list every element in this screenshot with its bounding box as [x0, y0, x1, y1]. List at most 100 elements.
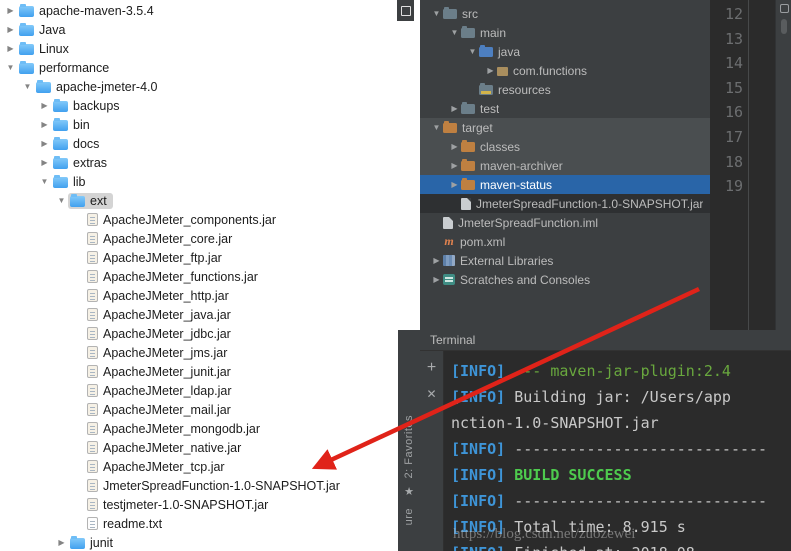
- add-terminal-button[interactable]: +: [420, 359, 443, 377]
- project-tree-row[interactable]: ▶ maven-status: [420, 175, 710, 194]
- project-tree-row[interactable]: resources: [420, 80, 710, 99]
- disclosure-triangle[interactable]: ▶: [4, 20, 17, 39]
- project-item-label: maven-status: [480, 177, 553, 192]
- finder-row[interactable]: ▼ ext: [0, 191, 420, 210]
- finder-row[interactable]: ApacheJMeter_mongodb.jar: [0, 419, 420, 438]
- disclosure-triangle[interactable]: ▼: [430, 118, 443, 137]
- project-tree-row[interactable]: ▶ classes: [420, 137, 710, 156]
- disclosure-triangle[interactable]: ▼: [466, 42, 479, 61]
- finder-item-label: ApacheJMeter_ftp.jar: [103, 250, 222, 265]
- project-item-label: java: [498, 44, 521, 59]
- finder-row[interactable]: ▼ performance: [0, 58, 420, 77]
- editor-scrollbar-strip[interactable]: [775, 0, 791, 330]
- scrollbar-thumb[interactable]: [781, 19, 787, 34]
- finder-row[interactable]: ApacheJMeter_tcp.jar: [0, 457, 420, 476]
- disclosure-triangle[interactable]: ▶: [38, 96, 51, 115]
- disclosure-triangle[interactable]: ▶: [448, 99, 461, 118]
- finder-item: bin: [51, 117, 96, 133]
- finder-item: ApacheJMeter_jms.jar: [85, 345, 233, 361]
- disclosure-triangle[interactable]: ▼: [430, 4, 443, 23]
- finder-row[interactable]: ▶ Java: [0, 20, 420, 39]
- finder-row[interactable]: ▶ backups: [0, 96, 420, 115]
- disclosure-triangle[interactable]: ▶: [448, 175, 461, 194]
- disclosure-triangle[interactable]: ▶: [430, 251, 443, 270]
- finder-row[interactable]: ▼ apache-jmeter-4.0: [0, 77, 420, 96]
- project-tree-row[interactable]: ▶ test: [420, 99, 710, 118]
- project-tree-row[interactable]: ▶ External Libraries: [420, 251, 710, 270]
- disclosure-triangle[interactable]: ▶: [38, 115, 51, 134]
- disclosure-triangle[interactable]: ▶: [484, 61, 497, 80]
- disclosure-triangle[interactable]: ▼: [21, 77, 34, 96]
- disclosure-triangle[interactable]: ▶: [430, 270, 443, 289]
- disclosure-triangle[interactable]: ▶: [448, 137, 461, 156]
- project-tree-row[interactable]: ▶ maven-archiver: [420, 156, 710, 175]
- finder-item: backups: [51, 98, 126, 114]
- finder-item: JmeterSpreadFunction-1.0-SNAPSHOT.jar: [85, 478, 346, 494]
- disclosure-triangle[interactable]: ▶: [4, 1, 17, 20]
- folder-icon: [53, 174, 68, 188]
- finder-row[interactable]: ApacheJMeter_jms.jar: [0, 343, 420, 362]
- disclosure-triangle[interactable]: ▶: [38, 134, 51, 153]
- tool-window-button[interactable]: [397, 0, 414, 21]
- disclosure-triangle[interactable]: ▼: [55, 191, 68, 210]
- finder-row[interactable]: ApacheJMeter_ldap.jar: [0, 381, 420, 400]
- disclosure-triangle[interactable]: ▼: [448, 23, 461, 42]
- inspections-indicator-icon[interactable]: [780, 4, 789, 13]
- finder-row[interactable]: ApacheJMeter_java.jar: [0, 305, 420, 324]
- finder-item: readme.txt: [85, 516, 168, 532]
- terminal-text: --- maven-jar-plugin:2.4: [505, 362, 731, 380]
- project-tree-row[interactable]: JmeterSpreadFunction.iml: [420, 213, 710, 232]
- finder-item-label: junit: [90, 535, 113, 550]
- project-tree-row[interactable]: JmeterSpreadFunction-1.0-SNAPSHOT.jar: [420, 194, 710, 213]
- finder-row[interactable]: ▶ extras: [0, 153, 420, 172]
- disclosure-triangle[interactable]: ▼: [38, 172, 51, 191]
- tool-window-stripe: 2: Favorites ★ ure: [398, 330, 420, 551]
- finder-row[interactable]: ▶ apache-maven-3.5.4: [0, 1, 420, 20]
- finder-item-label: bin: [73, 117, 90, 132]
- finder-row[interactable]: ApacheJMeter_components.jar: [0, 210, 420, 229]
- finder-row[interactable]: ApacheJMeter_functions.jar: [0, 267, 420, 286]
- terminal-output[interactable]: [INFO] --- maven-jar-plugin:2.4 [INFO] Bu…: [445, 351, 791, 551]
- finder-row[interactable]: ▶ bin: [0, 115, 420, 134]
- finder-row[interactable]: ▶ docs: [0, 134, 420, 153]
- finder-row[interactable]: testjmeter-1.0-SNAPSHOT.jar: [0, 495, 420, 514]
- folder-icon: [36, 79, 51, 93]
- disclosure-triangle[interactable]: ▶: [38, 153, 51, 172]
- close-terminal-button[interactable]: ✕: [420, 387, 443, 401]
- structure-tool-button[interactable]: ure: [403, 508, 415, 525]
- finder-item: apache-jmeter-4.0: [34, 79, 163, 95]
- resources-folder-icon: [479, 83, 493, 95]
- terminal-text: BUILD SUCCESS: [505, 466, 632, 484]
- finder-item: ApacheJMeter_jdbc.jar: [85, 326, 237, 342]
- terminal-line: [INFO] ----------------------------: [451, 436, 791, 462]
- finder-row[interactable]: ApacheJMeter_jdbc.jar: [0, 324, 420, 343]
- disclosure-triangle[interactable]: ▼: [4, 58, 17, 77]
- finder-row[interactable]: ▼ lib: [0, 172, 420, 191]
- disclosure-triangle[interactable]: ▶: [448, 156, 461, 175]
- finder-row[interactable]: ▶ Linux: [0, 39, 420, 58]
- package-box-icon: [400, 5, 411, 16]
- project-tree-row[interactable]: ▼ java: [420, 42, 710, 61]
- finder-row[interactable]: ApacheJMeter_mail.jar: [0, 400, 420, 419]
- finder-row[interactable]: ApacheJMeter_http.jar: [0, 286, 420, 305]
- finder-row[interactable]: readme.txt: [0, 514, 420, 533]
- project-tree-row[interactable]: m pom.xml: [420, 232, 710, 251]
- file-explorer: ▶ apache-maven-3.5.4 ▶ Java ▶ Linux ▼ performan…: [0, 0, 420, 551]
- project-tree-row[interactable]: ▼ target: [420, 118, 710, 137]
- finder-row[interactable]: ApacheJMeter_junit.jar: [0, 362, 420, 381]
- finder-row[interactable]: JmeterSpreadFunction-1.0-SNAPSHOT.jar: [0, 476, 420, 495]
- finder-item-label: ApacheJMeter_ldap.jar: [103, 383, 232, 398]
- project-tree-row[interactable]: ▶ Scratches and Consoles: [420, 270, 710, 289]
- project-tree-row[interactable]: ▼ main: [420, 23, 710, 42]
- finder-row[interactable]: ApacheJMeter_native.jar: [0, 438, 420, 457]
- disclosure-triangle[interactable]: ▶: [4, 39, 17, 58]
- favorites-tool-button[interactable]: 2: Favorites: [403, 415, 415, 478]
- finder-row[interactable]: ▶ junit: [0, 533, 420, 551]
- finder-row[interactable]: ApacheJMeter_core.jar: [0, 229, 420, 248]
- finder-item-label: apache-maven-3.5.4: [39, 3, 154, 18]
- finder-row[interactable]: ApacheJMeter_ftp.jar: [0, 248, 420, 267]
- disclosure-triangle[interactable]: ▶: [55, 533, 68, 551]
- project-tree-row[interactable]: ▼ src: [420, 4, 710, 23]
- finder-item-label: ApacheJMeter_mail.jar: [103, 402, 231, 417]
- project-tree-row[interactable]: ▶ com.functions: [420, 61, 710, 80]
